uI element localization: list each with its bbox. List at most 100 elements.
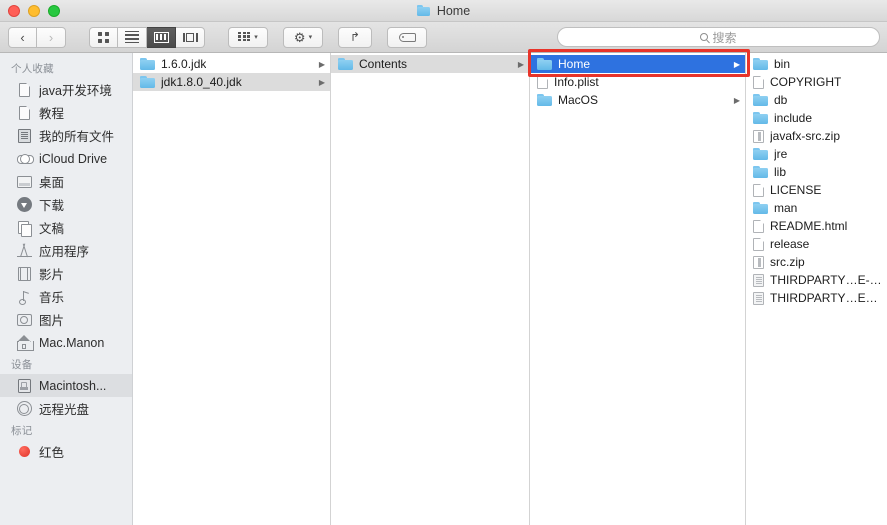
column-1[interactable]: 1.6.0.jdk ▶ jdk1.8.0_40.jdk ▶ [133, 53, 331, 525]
file-row[interactable]: bin [746, 55, 887, 73]
file-name: lib [774, 165, 787, 179]
zip-icon [753, 129, 764, 143]
sidebar-item-label: 我的所有文件 [39, 130, 115, 144]
documents-icon [16, 220, 32, 237]
maximize-button[interactable] [48, 4, 60, 17]
red-tag-icon [16, 444, 32, 460]
search-field[interactable]: 搜索 [557, 27, 880, 47]
back-button[interactable]: ‹ [8, 26, 37, 48]
columns-icon [153, 31, 169, 43]
chevron-down-icon: ▾ [254, 33, 258, 41]
file-row[interactable]: lib [746, 163, 887, 181]
sidebar-item-7[interactable]: 应用程序 [0, 239, 132, 262]
downloads-icon [16, 197, 32, 213]
forward-button[interactable]: › [37, 26, 66, 48]
file-name: Contents [359, 57, 408, 71]
file-name: README.html [770, 219, 848, 233]
sidebar-item-11[interactable]: Mac.Manon [0, 331, 132, 354]
file-row[interactable]: LICENSE [746, 181, 887, 199]
file-row[interactable]: MacOS ▶ [530, 91, 745, 109]
file-row[interactable]: jre [746, 145, 887, 163]
file-row[interactable]: src.zip [746, 253, 887, 271]
sidebar-item-1[interactable]: 教程 [0, 101, 132, 124]
all-files-icon [16, 128, 32, 144]
file-row[interactable]: 1.6.0.jdk ▶ [133, 55, 330, 73]
folder-icon [140, 58, 155, 70]
window-controls [8, 4, 60, 17]
column-4[interactable]: bin COPYRIGHT db include javafx-src.zip jre li… [746, 53, 887, 525]
file-row[interactable]: javafx-src.zip [746, 127, 887, 145]
arrange-button[interactable]: ▾ [228, 26, 268, 48]
navigation-buttons: ‹ › [8, 26, 66, 48]
sidebar-item-8[interactable]: 影片 [0, 262, 132, 285]
file-row[interactable]: Home ▶ [530, 55, 745, 73]
file-name: Home [558, 57, 591, 71]
coverflow-view-button[interactable] [176, 26, 205, 48]
sidebar-item-6[interactable]: 文稿 [0, 216, 132, 239]
minimize-button[interactable] [28, 4, 40, 17]
tag-button[interactable] [387, 26, 427, 48]
file-row[interactable]: release [746, 235, 887, 253]
folder-icon [753, 166, 768, 178]
file-name: COPYRIGHT [770, 75, 842, 89]
chevron-right-icon: ▶ [733, 95, 740, 105]
window-title: Home [436, 3, 471, 18]
file-row[interactable]: db [746, 91, 887, 109]
folder-icon [416, 5, 432, 16]
sidebar-item-3[interactable]: iCloud Drive [0, 147, 132, 170]
finder-window: Home ‹ › ▾ ⚙ ▾ ↱ 搜索 个人收藏 java开发环境 教程 我的所… [0, 0, 887, 525]
file-row[interactable]: THIRDPARTY…EREAD [746, 289, 887, 307]
search-icon [700, 33, 709, 41]
file-row[interactable]: COPYRIGHT [746, 73, 887, 91]
movies-icon [16, 266, 32, 282]
column-2[interactable]: Contents ▶ [331, 53, 530, 525]
file-row[interactable]: THIRDPARTY…E-JAV [746, 271, 887, 289]
sidebar-item-10[interactable]: 图片 [0, 308, 132, 331]
file-row[interactable]: man [746, 199, 887, 217]
file-row[interactable]: jdk1.8.0_40.jdk ▶ [133, 73, 330, 91]
arrange-icon [238, 31, 251, 43]
title-bar: Home [0, 0, 887, 22]
sidebar-item-0[interactable]: java开发环境 [0, 78, 132, 101]
file-name: include [774, 111, 813, 125]
action-gear-button[interactable]: ⚙ ▾ [283, 26, 323, 48]
icon-view-button[interactable] [89, 26, 118, 48]
folder-icon [537, 94, 552, 106]
sidebar-section-header: 设备 [11, 359, 33, 371]
sidebar-item-label: 桌面 [39, 176, 65, 190]
close-button[interactable] [8, 4, 20, 17]
sidebar-item-0[interactable]: Macintosh... [0, 374, 132, 397]
sidebar-item-label: Mac.Manon [39, 335, 105, 350]
file-row[interactable]: Info.plist [530, 73, 745, 91]
file-name: src.zip [770, 255, 805, 269]
sidebar-item-0[interactable]: 红色 [0, 440, 132, 463]
optical-disc-icon [16, 401, 32, 417]
file-row[interactable]: README.html [746, 217, 887, 235]
document-icon [753, 183, 764, 197]
sidebar-item-5[interactable]: 下载 [0, 193, 132, 216]
document-icon [753, 237, 764, 251]
file-row[interactable]: Contents ▶ [331, 55, 529, 73]
file-row[interactable]: include [746, 109, 887, 127]
column-browser: 1.6.0.jdk ▶ jdk1.8.0_40.jdk ▶ Contents ▶ Hom… [133, 53, 887, 525]
sidebar-item-9[interactable]: 音乐 [0, 285, 132, 308]
chevron-left-icon: ‹ [20, 29, 25, 45]
window-title-group: Home [0, 0, 887, 21]
folder-icon [753, 148, 768, 160]
sidebar-section-header: 个人收藏 [11, 63, 54, 75]
sidebar-item-2[interactable]: 我的所有文件 [0, 124, 132, 147]
share-button[interactable]: ↱ [338, 26, 372, 48]
sidebar-item-label: 影片 [39, 268, 65, 282]
folder-icon [753, 112, 768, 124]
sidebar-item-label: 图片 [39, 314, 65, 328]
column-3[interactable]: Home ▶ Info.plist MacOS ▶ [530, 53, 746, 525]
column-view-button[interactable] [147, 26, 176, 48]
sidebar-item-1[interactable]: 远程光盘 [0, 397, 132, 420]
list-view-button[interactable] [118, 26, 147, 48]
chevron-right-icon: ▶ [733, 59, 740, 69]
sidebar-item-4[interactable]: 桌面 [0, 170, 132, 193]
folder-icon [753, 58, 768, 70]
file-name: release [770, 237, 810, 251]
sidebar-item-label: 应用程序 [39, 245, 90, 259]
file-name: 1.6.0.jdk [161, 57, 207, 71]
